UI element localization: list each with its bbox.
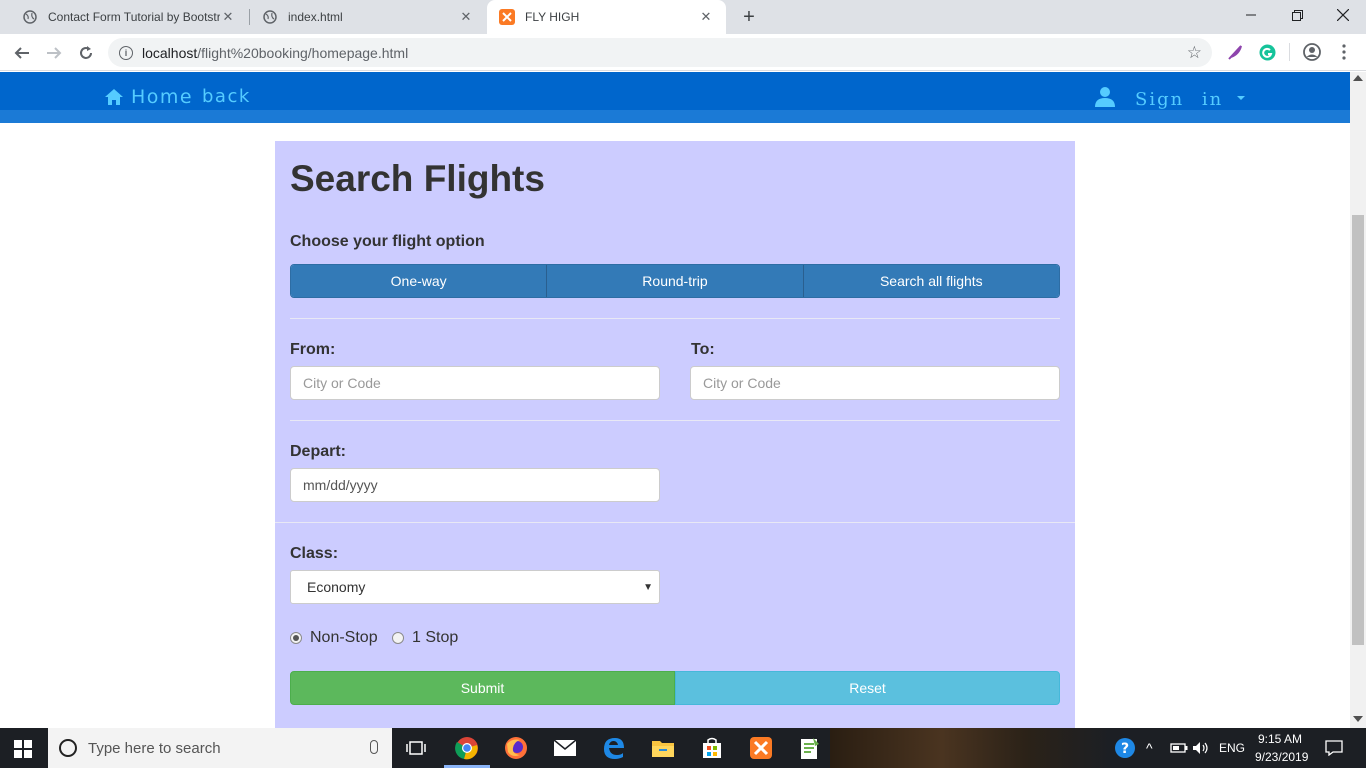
divider	[290, 420, 1060, 421]
menu-dots-icon[interactable]	[1335, 43, 1353, 61]
class-label: Class:	[290, 545, 339, 562]
wallpaper-strip	[830, 728, 1110, 768]
language-indicator[interactable]: ENG	[1219, 741, 1245, 755]
help-icon[interactable]: ?	[1112, 734, 1140, 762]
reset-button[interactable]: Reset	[675, 671, 1060, 705]
scroll-up-arrow-icon[interactable]	[1353, 75, 1363, 81]
restore-button[interactable]	[1274, 0, 1320, 30]
clock-date[interactable]: 9/23/2019	[1255, 750, 1308, 764]
back-arrow-icon[interactable]	[9, 40, 35, 66]
from-input[interactable]: City or Code	[290, 366, 660, 400]
tab-index[interactable]: index.html ✕	[250, 0, 486, 34]
taskbar-search-box[interactable]: Type here to search	[48, 728, 392, 768]
nav-home-link[interactable]: Home	[104, 86, 193, 108]
globe-icon	[262, 9, 278, 25]
non-stop-radio[interactable]: Non-Stop	[290, 629, 378, 647]
clock-time[interactable]: 9:15 AM	[1258, 732, 1302, 746]
nav-back-link[interactable]: back	[202, 86, 251, 107]
home-icon	[105, 89, 123, 105]
divider	[275, 522, 1075, 523]
edge-icon[interactable]	[600, 734, 628, 762]
firefox-icon[interactable]	[502, 734, 530, 762]
cortana-icon	[59, 739, 77, 757]
scrollbar-thumb[interactable]	[1352, 215, 1364, 645]
svg-text:?: ?	[1121, 741, 1129, 757]
url-text: localhost/flight%20booking/homepage.html	[142, 44, 409, 61]
chrome-icon[interactable]	[453, 734, 481, 762]
tab-title: index.html	[288, 10, 343, 24]
feather-extension-icon[interactable]	[1226, 43, 1244, 61]
toolbar-divider	[1289, 43, 1290, 61]
tab-title: Contact Form Tutorial by Bootstr	[48, 10, 220, 24]
microphone-icon[interactable]	[370, 740, 378, 754]
task-view-icon[interactable]	[402, 734, 430, 762]
tab-contact-form[interactable]: Contact Form Tutorial by Bootstr ✕	[10, 0, 248, 34]
sign-in-link[interactable]: Sign in	[1135, 89, 1223, 110]
flight-option-group: One-way Round-trip Search all flights	[290, 264, 1060, 298]
profile-icon[interactable]	[1303, 43, 1321, 61]
minimize-button[interactable]	[1228, 0, 1274, 30]
bookmark-star-icon[interactable]: ☆	[1187, 43, 1202, 63]
taskbar-search-placeholder: Type here to search	[88, 739, 221, 757]
mail-icon[interactable]	[551, 734, 579, 762]
browser-toolbar: i localhost/flight%20booking/homepage.ht…	[0, 34, 1366, 71]
non-stop-label: Non-Stop	[310, 629, 378, 646]
to-input[interactable]: City or Code	[690, 366, 1060, 400]
nav-home-label: Home	[131, 86, 194, 108]
from-label: From:	[290, 341, 336, 358]
class-select[interactable]: Economy ▼	[290, 570, 660, 604]
radio-unchecked-icon[interactable]	[392, 632, 404, 644]
info-icon[interactable]: i	[119, 45, 133, 60]
notifications-icon[interactable]	[1320, 734, 1348, 762]
store-icon[interactable]	[698, 734, 726, 762]
reload-icon[interactable]	[73, 40, 99, 66]
xampp-icon	[499, 9, 515, 25]
file-explorer-icon[interactable]	[649, 734, 677, 762]
volume-icon[interactable]	[1187, 734, 1215, 762]
address-bar[interactable]: i localhost/flight%20booking/homepage.ht…	[108, 38, 1212, 67]
divider	[290, 318, 1060, 319]
close-tab-icon[interactable]: ✕	[458, 9, 474, 25]
caret-down-icon[interactable]	[1237, 96, 1245, 100]
flight-option-heading: Choose your flight option	[290, 233, 485, 250]
tab-title: FLY HIGH	[525, 10, 580, 24]
one-stop-radio[interactable]: 1 Stop	[392, 629, 458, 647]
search-all-flights-button[interactable]: Search all flights	[803, 265, 1059, 297]
round-trip-button[interactable]: Round-trip	[547, 265, 804, 297]
close-window-button[interactable]	[1320, 0, 1366, 30]
navbar-strip	[0, 110, 1350, 123]
radio-checked-icon[interactable]	[290, 632, 302, 644]
one-stop-label: 1 Stop	[412, 629, 459, 646]
scroll-down-arrow-icon[interactable]	[1353, 716, 1363, 722]
close-tab-icon[interactable]: ✕	[220, 9, 236, 25]
depart-label: Depart:	[290, 443, 347, 460]
depart-date-input[interactable]: mm/dd/yyyy	[290, 468, 660, 502]
dropdown-arrow-icon: ▼	[643, 582, 653, 593]
notepad-plus-icon[interactable]	[796, 734, 824, 762]
tray-chevron-icon[interactable]: ^	[1146, 740, 1153, 756]
to-label: To:	[691, 341, 715, 358]
grammarly-icon[interactable]	[1258, 43, 1276, 61]
xampp-taskbar-icon[interactable]	[747, 734, 775, 762]
page-title: Search Flights	[290, 158, 545, 199]
submit-button[interactable]: Submit	[290, 671, 675, 705]
tab-fly-high[interactable]: FLY HIGH ✕	[487, 0, 726, 34]
one-way-button[interactable]: One-way	[291, 265, 548, 297]
globe-icon	[22, 9, 38, 25]
forward-arrow-icon[interactable]	[41, 40, 67, 66]
close-tab-icon[interactable]: ✕	[698, 9, 714, 25]
browser-tab-strip: Contact Form Tutorial by Bootstr ✕ index…	[0, 0, 1366, 34]
class-select-value: Economy	[307, 579, 366, 595]
windows-start-icon[interactable]	[14, 740, 32, 758]
user-icon[interactable]	[1094, 86, 1116, 108]
new-tab-button[interactable]: +	[737, 5, 761, 29]
